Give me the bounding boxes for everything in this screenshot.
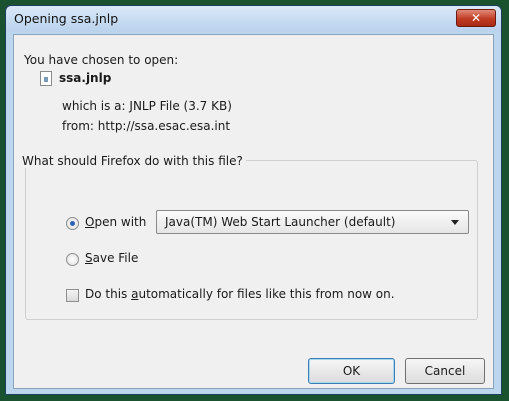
file-type-value: JNLP File (3.7 KB) <box>129 99 232 113</box>
download-dialog: Opening ssa.jnlp ✕ You have chosen to op… <box>5 5 502 395</box>
application-select[interactable]: Java(TM) Web Start Launcher (default) <box>156 210 469 234</box>
ok-button[interactable]: OK <box>308 358 395 384</box>
dialog-body: You have chosen to open: ssa.jnlp which … <box>13 34 494 389</box>
file-type-label: which is a: <box>62 99 126 113</box>
chevron-down-icon <box>451 220 459 225</box>
auto-action-text-before: Do this <box>85 287 132 301</box>
application-select-value: Java(TM) Web Start Launcher (default) <box>165 215 396 229</box>
title-bar[interactable]: Opening ssa.jnlp ✕ <box>6 6 501 32</box>
window-title: Opening ssa.jnlp <box>14 11 119 26</box>
save-file-radio[interactable] <box>66 253 79 266</box>
auto-action-label[interactable]: Do this automatically for files like thi… <box>85 287 395 301</box>
cancel-button[interactable]: Cancel <box>405 358 485 384</box>
file-type-row: which is a: JNLP File (3.7 KB) <box>62 99 232 113</box>
file-source-row: from: http://ssa.esac.esa.int <box>62 119 230 133</box>
action-group-legend: What should Firefox do with this file? <box>19 154 246 168</box>
file-name: ssa.jnlp <box>59 71 112 85</box>
file-icon <box>40 71 52 86</box>
open-with-label-rest: pen with <box>94 215 147 229</box>
file-source-value: http://ssa.esac.esa.int <box>97 119 231 133</box>
auto-action-text-after: utomatically for files like this from no… <box>138 287 395 301</box>
save-file-label[interactable]: Save File <box>85 251 138 265</box>
open-with-label[interactable]: Open with <box>85 215 146 229</box>
save-file-label-rest: ave File <box>92 251 139 265</box>
open-with-radio[interactable] <box>66 217 79 230</box>
file-source-label: from: <box>62 119 94 133</box>
close-icon: ✕ <box>470 11 482 25</box>
auto-action-checkbox[interactable] <box>66 289 79 302</box>
intro-text: You have chosen to open: <box>24 53 179 67</box>
save-file-access-key: S <box>85 251 93 265</box>
close-button[interactable]: ✕ <box>456 9 496 27</box>
